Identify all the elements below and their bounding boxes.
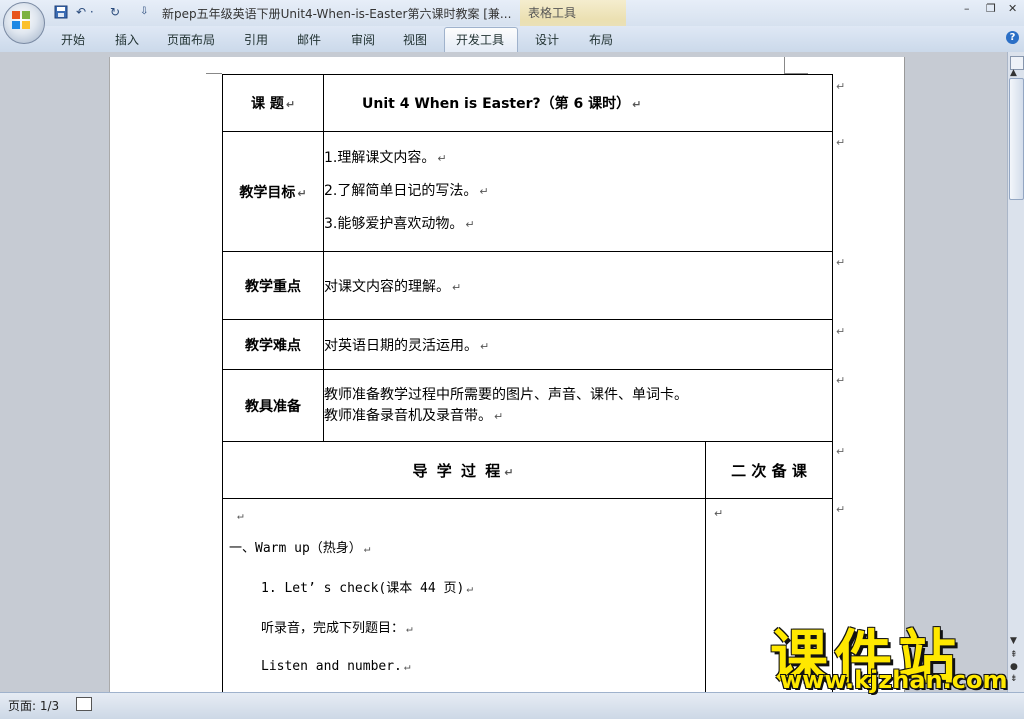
status-bar bbox=[0, 692, 1024, 719]
prep-line: 教师准备教学过程中所需要的图片、声音、课件、单词卡。 bbox=[324, 386, 688, 403]
title-bar bbox=[0, 0, 1024, 26]
paragraph-mark: ↵ bbox=[363, 542, 371, 555]
topic-label-cell[interactable]: 课 题 ↵ bbox=[222, 74, 324, 132]
difficulty-label-cell[interactable]: 教学难点 bbox=[222, 319, 324, 370]
end-of-row-mark: ↵ bbox=[836, 136, 846, 149]
difficulty-label: 教学难点 bbox=[245, 337, 301, 354]
process-header-cell[interactable]: 导 学 过 程 ↵ bbox=[222, 441, 706, 499]
paragraph-mark: ↵ bbox=[406, 622, 413, 635]
crop-mark bbox=[784, 57, 785, 73]
paragraph-mark: ↵ bbox=[479, 185, 489, 198]
tab-developer[interactable]: 开发工具 bbox=[456, 31, 504, 48]
paragraph-mark: ↵ bbox=[297, 186, 307, 200]
next-page-icon[interactable]: ⇟ bbox=[1010, 674, 1018, 684]
lesson-plan-table: 课 题 ↵ Unit 4 When is Easter?（第 6 课时） ↵ 教学目… bbox=[222, 74, 833, 699]
end-of-row-mark: ↵ bbox=[836, 445, 846, 458]
paragraph-mark: ↵ bbox=[403, 660, 411, 673]
tab-review[interactable]: 审阅 bbox=[351, 31, 375, 48]
close-button[interactable]: ✕ bbox=[1008, 2, 1017, 15]
topic-label: 课 题 bbox=[250, 96, 284, 112]
goal-item: 3.能够爱护喜欢动物。 bbox=[324, 216, 464, 232]
proofing-icon[interactable] bbox=[76, 697, 92, 711]
paragraph-mark: ↵ bbox=[466, 582, 473, 595]
tab-insert[interactable]: 插入 bbox=[115, 31, 139, 48]
focus-cell[interactable]: 对课文内容的理解。 ↵ bbox=[323, 251, 833, 320]
document-title: 新pep五年级英语下册Unit4-When-is-Easter第六课时教案 [兼… bbox=[162, 7, 512, 21]
focus-label-cell[interactable]: 教学重点 bbox=[222, 251, 324, 320]
process-header: 导 学 过 程 bbox=[412, 461, 503, 480]
previous-page-icon[interactable]: ⇞ bbox=[1010, 650, 1018, 660]
second-prep-header-cell[interactable]: 二 次 备 课 bbox=[705, 441, 833, 499]
paragraph-mark: ↵ bbox=[237, 509, 244, 522]
paragraph-mark: ↵ bbox=[494, 409, 504, 423]
body-line: Listen and number. bbox=[261, 659, 402, 674]
tab-view[interactable]: 视图 bbox=[403, 31, 427, 48]
second-prep-header: 二 次 备 课 bbox=[731, 461, 807, 480]
difficulty-cell[interactable]: 对英语日期的灵活运用。 ↵ bbox=[323, 319, 833, 370]
tab-mailings[interactable]: 邮件 bbox=[297, 31, 321, 48]
scrollbar-thumb[interactable] bbox=[1009, 78, 1024, 200]
tab-page-layout[interactable]: 页面布局 bbox=[167, 31, 215, 48]
watermark-url: www.kjzhan.com bbox=[780, 666, 1008, 694]
section-heading: 一、Warm up（热身） bbox=[229, 541, 362, 556]
paragraph-mark: ↵ bbox=[437, 152, 447, 165]
customize-quick-access-button[interactable]: ⇩ bbox=[140, 4, 148, 20]
paragraph-mark: ↵ bbox=[285, 98, 296, 111]
paragraph-mark: ↵ bbox=[714, 507, 724, 520]
context-group-label: 表格工具 bbox=[528, 6, 577, 20]
goals-label-cell[interactable]: 教学目标 ↵ bbox=[222, 131, 324, 252]
end-of-row-mark: ↵ bbox=[836, 503, 846, 516]
redo-button[interactable]: ↻ bbox=[110, 4, 120, 20]
prep-label-cell[interactable]: 教具准备 bbox=[222, 369, 324, 442]
goal-item: 1.理解课文内容。 bbox=[324, 150, 436, 166]
body-line: 1. Let’ s check(课本 44 页) bbox=[261, 581, 465, 596]
topic-value-cell[interactable]: Unit 4 When is Easter?（第 6 课时） ↵ bbox=[323, 74, 833, 132]
goals-label: 教学目标 bbox=[239, 184, 296, 201]
tab-layout[interactable]: 布局 bbox=[589, 31, 613, 48]
paragraph-mark: ↵ bbox=[632, 98, 642, 111]
save-icon[interactable] bbox=[54, 5, 68, 19]
paragraph-mark: ↵ bbox=[452, 280, 462, 294]
goal-item: 2.了解简单日记的写法。 bbox=[324, 183, 478, 199]
prep-line: 教师准备录音机及录音带。 bbox=[324, 407, 492, 424]
process-body-cell[interactable]: ↵ 一、Warm up（热身） ↵ 1. Let’ s check(课本 44 页… bbox=[222, 498, 706, 699]
body-line: 听录音，完成下列题目： bbox=[261, 621, 405, 636]
select-browse-object-icon[interactable]: ● bbox=[1010, 662, 1018, 672]
help-icon[interactable]: ? bbox=[1006, 31, 1019, 44]
difficulty-value: 对英语日期的灵活运用。 bbox=[324, 337, 478, 354]
paragraph-mark: ↵ bbox=[504, 465, 516, 479]
prep-cell[interactable]: 教师准备教学过程中所需要的图片、声音、课件、单词卡。 教师准备录音机及录音带。 ↵ bbox=[323, 369, 833, 442]
prep-label: 教具准备 bbox=[245, 398, 301, 415]
topic-value: Unit 4 When is Easter?（第 6 课时） bbox=[362, 96, 631, 112]
paragraph-mark: ↵ bbox=[480, 339, 490, 353]
restore-button[interactable]: ❐ bbox=[986, 2, 996, 15]
end-of-row-mark: ↵ bbox=[836, 325, 846, 338]
minimize-button[interactable]: – bbox=[964, 2, 970, 15]
focus-label: 教学重点 bbox=[245, 278, 301, 295]
focus-value: 对课文内容的理解。 bbox=[324, 278, 450, 295]
crop-mark bbox=[206, 73, 222, 74]
tab-design[interactable]: 设计 bbox=[535, 31, 559, 48]
tab-home[interactable]: 开始 bbox=[61, 31, 85, 48]
end-of-row-mark: ↵ bbox=[836, 80, 846, 93]
scroll-down-arrow[interactable]: ▼ bbox=[1010, 636, 1017, 646]
scroll-up-arrow[interactable]: ▲ bbox=[1010, 68, 1017, 78]
end-of-row-mark: ↵ bbox=[836, 256, 846, 269]
paragraph-mark: ↵ bbox=[465, 218, 475, 231]
goals-cell[interactable]: 1.理解课文内容。 ↵ 2.了解简单日记的写法。 ↵ 3.能够爱护喜欢动物。 ↵ bbox=[323, 131, 833, 252]
office-logo-icon bbox=[12, 11, 30, 29]
end-of-row-mark: ↵ bbox=[836, 374, 846, 387]
tab-references[interactable]: 引用 bbox=[244, 31, 268, 48]
page-counter[interactable]: 页面: 1/3 bbox=[8, 697, 59, 714]
undo-button[interactable]: ↶ · bbox=[76, 4, 94, 20]
